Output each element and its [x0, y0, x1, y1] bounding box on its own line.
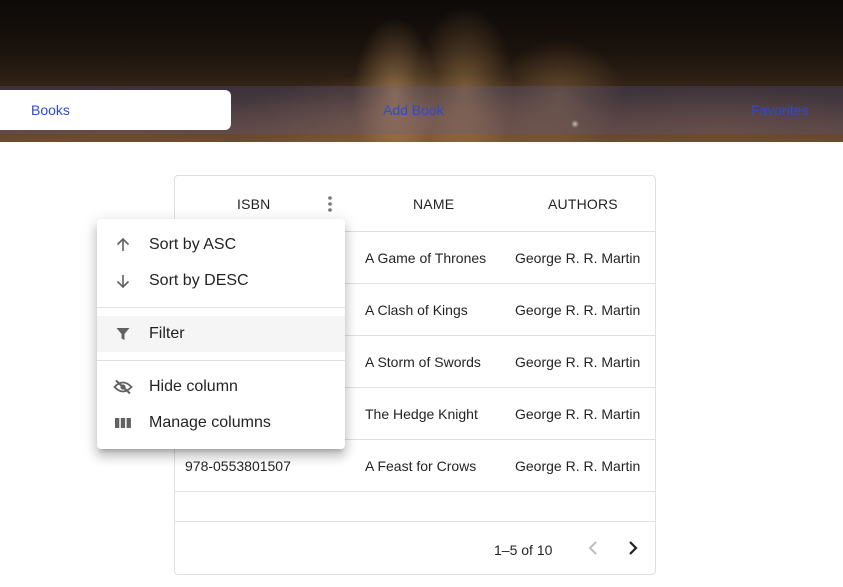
cell-name: The Hedge Knight	[365, 406, 478, 422]
arrow-up-icon	[113, 235, 133, 255]
cell-authors: George R. R. Martin	[515, 354, 641, 370]
menu-item-sort-asc[interactable]: Sort by ASC	[97, 227, 345, 263]
filter-icon	[113, 324, 133, 344]
more-vert-icon	[328, 196, 332, 212]
cell-name: A Game of Thrones	[365, 250, 487, 266]
cell-name: A Storm of Swords	[365, 354, 481, 370]
column-header-authors[interactable]: AUTHORS	[548, 196, 618, 212]
menu-label-sort-desc: Sort by DESC	[149, 272, 249, 289]
next-page-button[interactable]	[621, 536, 645, 560]
cell-name: A Feast for Crows	[365, 458, 477, 474]
menu-item-manage-columns[interactable]: Manage columns	[97, 405, 345, 441]
cell-authors: George R. R. Martin	[515, 458, 641, 474]
menu-item-sort-desc[interactable]: Sort by DESC	[97, 263, 345, 299]
chevron-left-icon	[588, 541, 597, 555]
visibility-off-icon	[113, 377, 133, 397]
menu-divider	[97, 360, 345, 361]
grid-footer-pagination: 1–5 of 10	[175, 521, 655, 574]
column-menu: Sort by ASC Sort by DESC Filter Hide col…	[97, 219, 345, 449]
menu-label-hide-column: Hide column	[149, 378, 238, 395]
nav-link-add-book[interactable]: Add Book	[383, 102, 444, 118]
cell-authors: George R. R. Martin	[515, 250, 641, 266]
column-menu-button[interactable]	[320, 194, 340, 214]
view-column-icon	[113, 413, 133, 433]
nav-link-favorites[interactable]: Favorites	[751, 102, 809, 118]
menu-item-hide-column[interactable]: Hide column	[97, 369, 345, 405]
menu-label-filter: Filter	[149, 325, 185, 342]
chevron-right-icon	[629, 541, 638, 555]
menu-label-manage-columns: Manage columns	[149, 414, 271, 431]
pagination-range: 1–5 of 10	[494, 542, 553, 558]
menu-label-sort-asc: Sort by ASC	[149, 236, 237, 253]
cell-name: A Clash of Kings	[365, 302, 468, 318]
cell-authors: George R. R. Martin	[515, 302, 641, 318]
column-header-name[interactable]: NAME	[413, 196, 454, 212]
previous-page-button[interactable]	[581, 536, 605, 560]
nav-link-books[interactable]: Books	[31, 102, 70, 118]
column-header-isbn[interactable]: ISBN	[237, 196, 270, 212]
menu-item-filter[interactable]: Filter	[97, 316, 345, 352]
cell-authors: George R. R. Martin	[515, 406, 641, 422]
menu-divider	[97, 307, 345, 308]
arrow-down-icon	[113, 271, 133, 291]
cell-isbn: 978-0553801507	[185, 458, 291, 474]
